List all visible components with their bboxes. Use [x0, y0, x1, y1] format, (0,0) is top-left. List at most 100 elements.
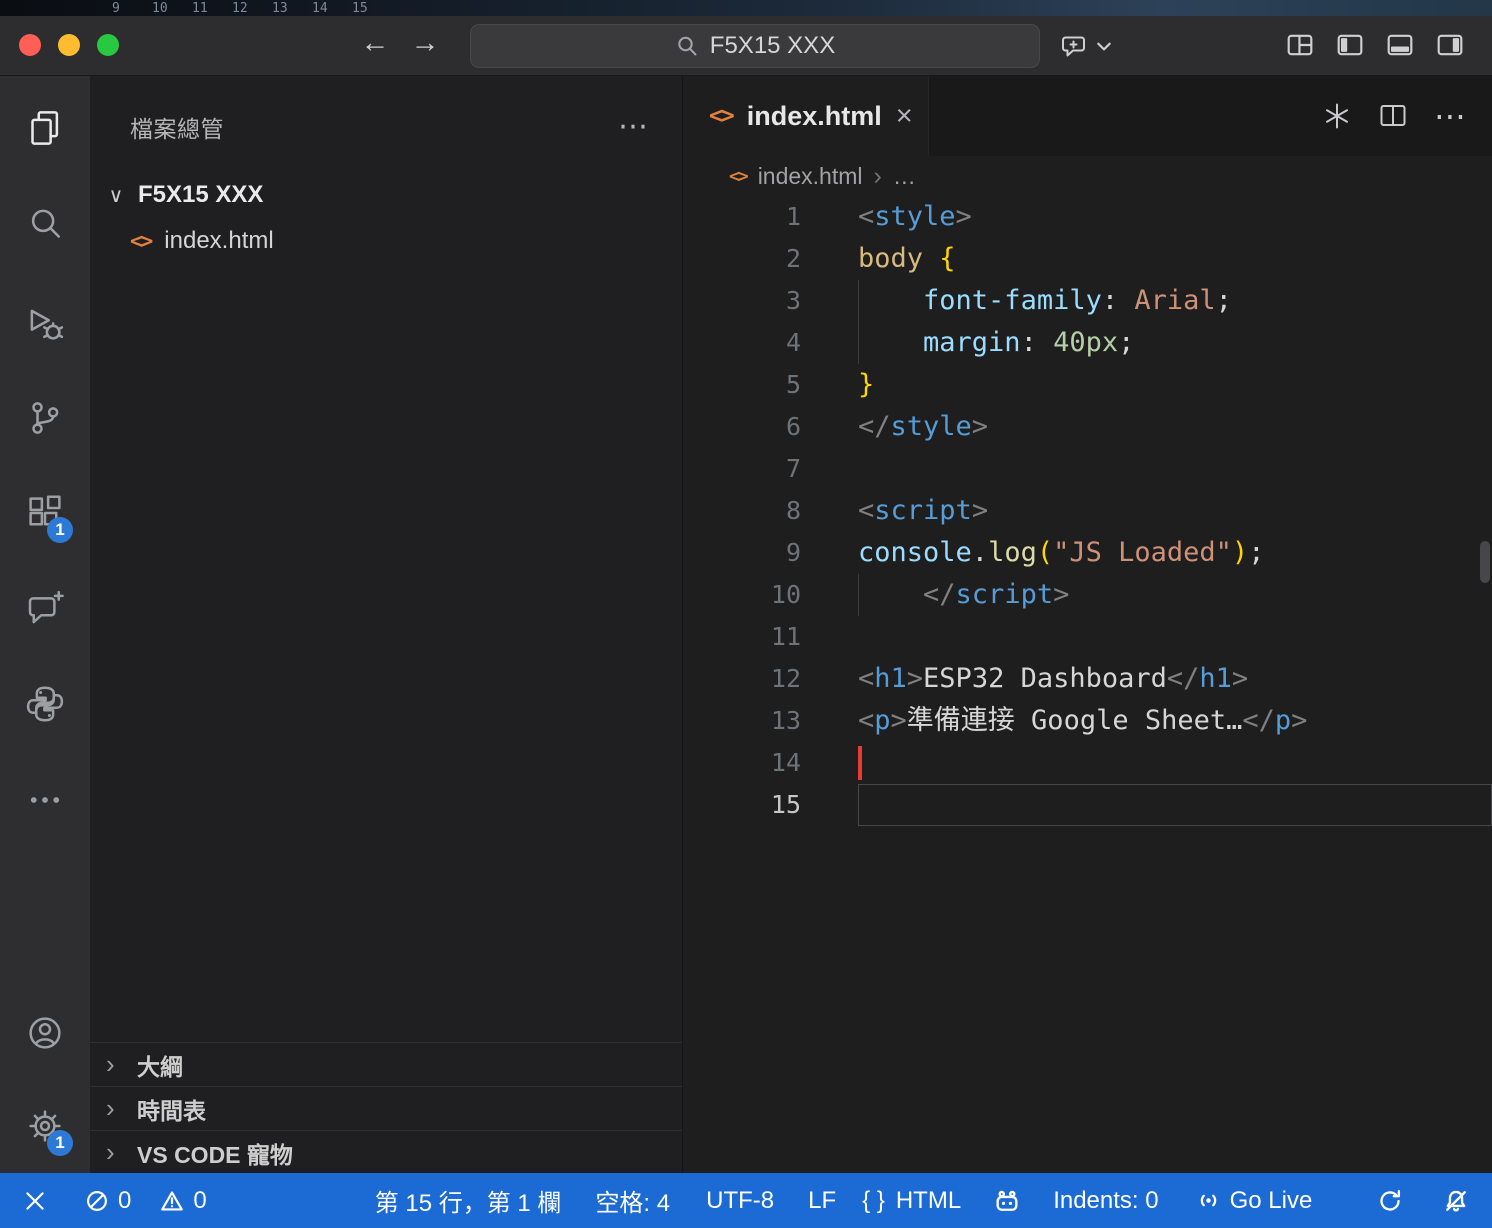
code-line[interactable]: 1<style>	[683, 196, 1492, 238]
code-token: }	[858, 369, 874, 400]
code-token: :	[1102, 285, 1135, 316]
settings-button[interactable]: 1	[21, 1102, 69, 1150]
cursor-position-status[interactable]: 第 15 行，第 1 欄	[375, 1183, 562, 1218]
line-number[interactable]: 9	[683, 532, 831, 574]
split-editor-icon[interactable]	[1378, 101, 1408, 131]
folder-row[interactable]: ∨ F5X15 XXX	[90, 172, 682, 218]
file-row[interactable]: <> index.html	[90, 218, 682, 264]
code-line[interactable]: 6 </style>	[683, 406, 1492, 448]
breadcrumbs[interactable]: <> index.html › …	[683, 156, 1492, 196]
activity-chat[interactable]	[21, 585, 69, 633]
close-window-button[interactable]	[19, 34, 41, 56]
chat-bubble-icon[interactable]	[1060, 31, 1090, 61]
toggle-primary-sidebar-icon[interactable]	[1336, 31, 1364, 59]
code-token: >	[1291, 705, 1307, 736]
line-number[interactable]: 14	[683, 742, 831, 784]
code-token: >	[972, 411, 988, 442]
account-button[interactable]	[21, 1009, 69, 1057]
line-number[interactable]: 3	[683, 280, 831, 322]
line-number[interactable]: 7	[683, 448, 831, 490]
code-line[interactable]: 2 body {	[683, 238, 1492, 280]
more-actions-icon[interactable]: ⋯	[618, 117, 648, 137]
language-mode-status[interactable]: { } HTML	[862, 1187, 961, 1215]
code-token: <	[858, 201, 874, 232]
code-line[interactable]: 4 margin: 40px;	[683, 322, 1492, 364]
layout-controls	[1286, 31, 1464, 59]
more-actions-icon[interactable]: ⋯	[1434, 106, 1466, 126]
line-number[interactable]: 8	[683, 490, 831, 532]
code-line[interactable]: 3 font-family: Arial;	[683, 280, 1492, 322]
indentation-status[interactable]: 空格: 4	[595, 1183, 670, 1218]
line-content: </style>	[858, 406, 1492, 448]
line-number[interactable]: 4	[683, 322, 831, 364]
code-line[interactable]: 13<p>準備連接 Google Sheet…</p>	[683, 700, 1492, 742]
code-line[interactable]: 12<h1>ESP32 Dashboard</h1>	[683, 658, 1492, 700]
command-center-search[interactable]: F5X15 XXX	[470, 24, 1040, 68]
toggle-panel-icon[interactable]	[1386, 31, 1414, 59]
code-editor[interactable]: 1<style>2body {3 font-family: Arial;4 ma…	[683, 196, 1492, 1174]
back-button[interactable]: ←	[356, 27, 394, 60]
activity-explorer[interactable]	[21, 104, 69, 152]
breadcrumb-symbol[interactable]: …	[893, 163, 916, 190]
go-live-status[interactable]: Go Live	[1195, 1187, 1313, 1215]
sidebar-title: 檔案總管	[130, 110, 224, 144]
code-line[interactable]: 7	[683, 448, 1492, 490]
code-line[interactable]: 9console.log("JS Loaded");	[683, 532, 1492, 574]
line-number[interactable]: 15	[683, 784, 831, 826]
activity-source-control[interactable]	[21, 394, 69, 442]
code-line[interactable]: 14	[683, 742, 1492, 784]
section-label: VS CODE 寵物	[137, 1136, 293, 1170]
line-number[interactable]: 1	[683, 196, 831, 238]
line-content: body {	[858, 238, 1492, 280]
code-token: ;	[1216, 285, 1232, 316]
indents-status[interactable]: Indents: 0	[1053, 1187, 1158, 1215]
workbench: 1 1 檔案總管 ⋯	[0, 76, 1492, 1174]
remote-indicator[interactable]	[22, 1188, 48, 1214]
code-line[interactable]: 11	[683, 616, 1492, 658]
code-line[interactable]: 10 </script>	[683, 574, 1492, 616]
line-number[interactable]: 13	[683, 700, 831, 742]
customize-layout-icon[interactable]	[1286, 31, 1314, 59]
activity-more[interactable]	[21, 776, 69, 824]
chat-controls	[1060, 31, 1113, 61]
code-token: </	[923, 579, 956, 610]
line-number[interactable]: 10	[683, 574, 831, 616]
activity-search[interactable]	[21, 200, 69, 248]
activity-extensions[interactable]: 1	[21, 489, 69, 537]
status-right-group	[1376, 1187, 1470, 1215]
forward-button[interactable]: →	[406, 27, 444, 60]
line-number[interactable]: 11	[683, 616, 831, 658]
line-number[interactable]: 6	[683, 406, 831, 448]
problems-status[interactable]: 0 0	[84, 1187, 207, 1215]
chatgpt-icon[interactable]	[1322, 101, 1352, 131]
encoding-status[interactable]: UTF-8	[706, 1187, 774, 1215]
minimize-window-button[interactable]	[58, 34, 80, 56]
section-timeline[interactable]: › 時間表	[90, 1086, 682, 1130]
breadcrumb-file[interactable]: index.html	[758, 163, 863, 190]
zoom-window-button[interactable]	[97, 34, 119, 56]
section-vscode-pets[interactable]: › VS CODE 寵物	[90, 1130, 682, 1174]
settings-badge: 1	[47, 1130, 73, 1156]
pet-status[interactable]	[993, 1187, 1021, 1215]
code-line[interactable]: 5}	[683, 364, 1492, 406]
code-line[interactable]: 8<script>	[683, 490, 1492, 532]
toggle-secondary-sidebar-icon[interactable]	[1436, 31, 1464, 59]
bell-slash-icon[interactable]	[1442, 1187, 1470, 1215]
close-icon[interactable]: ×	[896, 100, 913, 133]
tab-index-html[interactable]: <> index.html ×	[683, 76, 929, 156]
section-outline[interactable]: › 大綱	[90, 1042, 682, 1086]
code-token: <	[858, 495, 874, 526]
code-token: >	[891, 705, 907, 736]
line-content	[858, 448, 1492, 490]
sync-icon[interactable]	[1376, 1187, 1404, 1215]
code-line[interactable]: 15	[683, 784, 1492, 826]
activity-run-debug[interactable]	[21, 300, 69, 348]
line-number[interactable]: 2	[683, 238, 831, 280]
indent-guide-icon	[858, 280, 859, 322]
html-file-icon: <>	[130, 229, 151, 253]
activity-python[interactable]	[21, 680, 69, 728]
line-number[interactable]: 12	[683, 658, 831, 700]
line-number[interactable]: 5	[683, 364, 831, 406]
chevron-down-icon[interactable]	[1095, 37, 1113, 55]
eol-status[interactable]: LF	[808, 1187, 836, 1215]
